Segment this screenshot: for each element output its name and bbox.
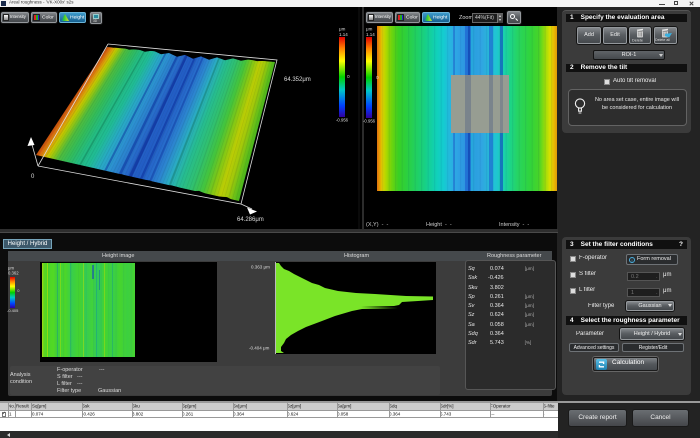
- svg-text:0: 0: [31, 174, 35, 180]
- svg-text:64.286μm: 64.286μm: [237, 217, 264, 223]
- svg-text:64.352μm: 64.352μm: [284, 77, 311, 83]
